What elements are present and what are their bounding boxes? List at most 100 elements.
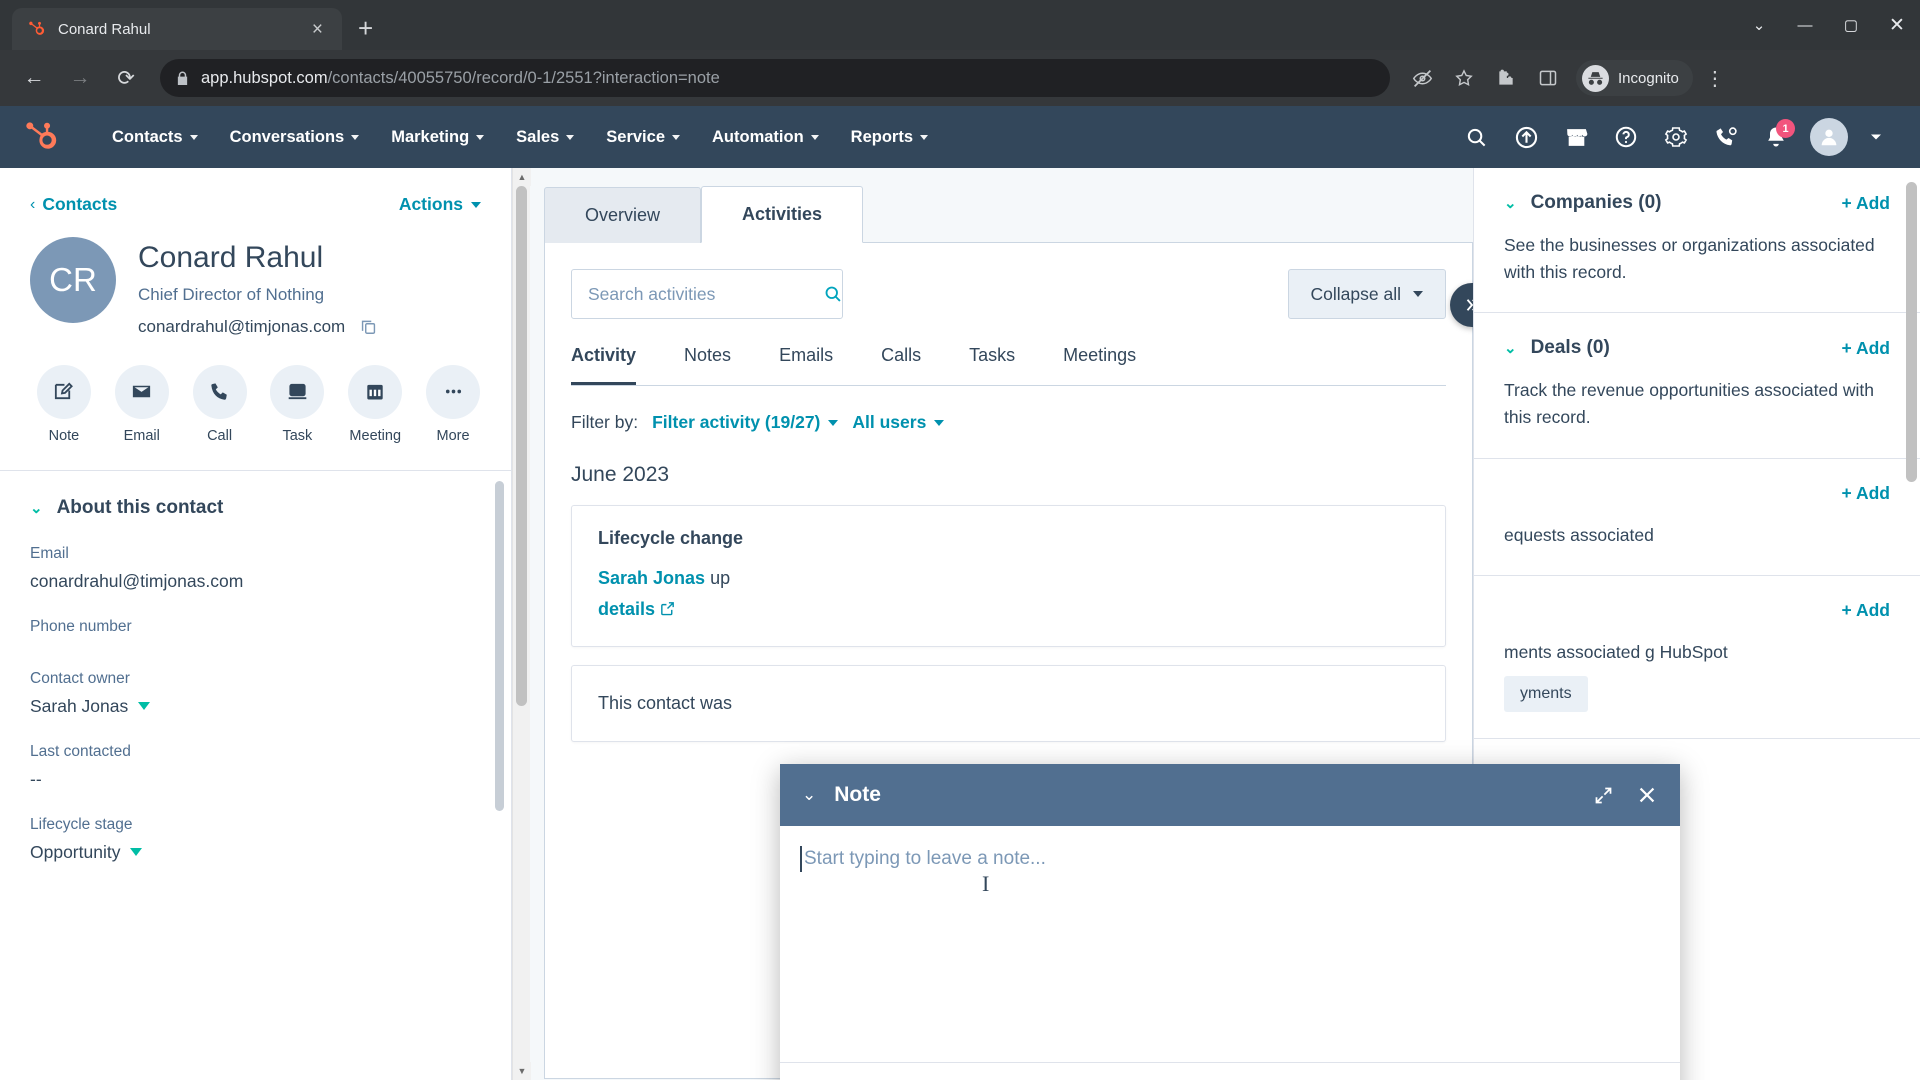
subtab-emails[interactable]: Emails: [779, 345, 833, 385]
actions-dropdown-button[interactable]: Actions: [399, 194, 481, 215]
bold-button[interactable]: B: [804, 1075, 842, 1080]
profile-incognito-button[interactable]: Incognito: [1576, 60, 1693, 96]
activity-user-link[interactable]: Sarah Jonas: [598, 568, 705, 588]
search-icon[interactable]: [1454, 115, 1498, 159]
field-value-dropdown[interactable]: Opportunity: [30, 842, 481, 863]
marketplace-icon[interactable]: [1554, 115, 1598, 159]
nav-item-conversations[interactable]: Conversations: [214, 118, 376, 157]
window-minimize-button[interactable]: —: [1782, 4, 1828, 46]
companies-section: ⌄ Companies (0) + Add See the businesses…: [1474, 168, 1920, 314]
search-icon[interactable]: [823, 284, 843, 304]
settings-gear-icon[interactable]: [1654, 115, 1698, 159]
expand-icon[interactable]: [1593, 785, 1614, 806]
scrollbar-thumb[interactable]: [495, 481, 504, 812]
copy-icon[interactable]: [359, 317, 378, 336]
field-value-dropdown[interactable]: Sarah Jonas: [30, 696, 481, 717]
graduation-cap-icon[interactable]: [1140, 1075, 1178, 1080]
center-scrollbar[interactable]: ▲ ▼: [512, 168, 531, 1080]
field-value[interactable]: --: [30, 769, 481, 790]
reload-button[interactable]: ⟳: [106, 58, 146, 98]
scrollbar-thumb[interactable]: [1906, 182, 1917, 482]
back-button[interactable]: ←: [14, 58, 54, 98]
collapse-right-panel-button[interactable]: [1450, 283, 1473, 327]
clear-formatting-icon[interactable]: [918, 1075, 956, 1080]
window-maximize-button[interactable]: ▢: [1828, 4, 1874, 46]
note-editor-area[interactable]: Start typing to leave a note... I: [780, 826, 1680, 1062]
add-deal-button[interactable]: + Add: [1842, 338, 1890, 359]
address-bar[interactable]: app.hubspot.com/contacts/40055750/record…: [160, 59, 1390, 97]
chevron-down-icon[interactable]: ⌄: [1504, 194, 1517, 212]
scrollbar-thumb[interactable]: [516, 186, 527, 706]
subtab-notes[interactable]: Notes: [684, 345, 731, 385]
help-icon[interactable]: [1604, 115, 1648, 159]
subtab-activity[interactable]: Activity: [571, 345, 637, 385]
link-icon[interactable]: [1064, 1075, 1102, 1080]
subtab-tasks[interactable]: Tasks: [969, 345, 1015, 385]
italic-button[interactable]: I: [842, 1075, 880, 1080]
url-domain: app.hubspot.com: [201, 68, 328, 87]
quick-action-meeting[interactable]: Meeting: [347, 364, 403, 444]
filter-activity-dropdown[interactable]: Filter activity (19/27): [652, 412, 839, 433]
hubspot-sprocket-logo[interactable]: [22, 119, 74, 155]
notifications-bell-icon[interactable]: 1: [1754, 115, 1798, 159]
tab-overview[interactable]: Overview: [544, 187, 702, 243]
add-ticket-button[interactable]: + Add: [1842, 483, 1890, 504]
new-tab-button[interactable]: +: [358, 13, 373, 44]
browser-menu-button[interactable]: ⋮: [1699, 66, 1731, 91]
forward-button[interactable]: →: [60, 58, 100, 98]
add-payment-button[interactable]: + Add: [1842, 600, 1890, 621]
about-section-toggle[interactable]: ⌄ About this contact: [30, 497, 481, 519]
nav-item-contacts[interactable]: Contacts: [96, 118, 214, 157]
user-avatar-icon[interactable]: [1810, 118, 1848, 156]
account-chevron-down-icon[interactable]: [1854, 115, 1898, 159]
nav-item-automation[interactable]: Automation: [696, 118, 835, 157]
tab-activities[interactable]: Activities: [701, 186, 864, 243]
puzzle-icon[interactable]: [1488, 60, 1524, 96]
subtab-meetings[interactable]: Meetings: [1063, 345, 1136, 385]
payments-pill[interactable]: yments: [1504, 675, 1588, 712]
right-sidebar-scrollbar[interactable]: [1906, 176, 1917, 1072]
side-panel-icon[interactable]: [1530, 60, 1566, 96]
search-input[interactable]: [588, 283, 813, 305]
quick-action-more[interactable]: More: [425, 364, 481, 444]
collapse-all-button[interactable]: Collapse all: [1287, 269, 1446, 319]
breadcrumb-back-contacts[interactable]: ‹ Contacts: [30, 194, 117, 215]
chevron-down-icon[interactable]: ⌄: [1504, 339, 1517, 357]
upgrade-icon[interactable]: [1504, 115, 1548, 159]
field-value[interactable]: conardrahul@timjonas.com: [30, 571, 481, 592]
calling-icon[interactable]: [1704, 115, 1748, 159]
activity-details-link[interactable]: details: [598, 599, 655, 619]
left-sidebar-scrollbar[interactable]: [495, 178, 504, 1070]
tab-search-icon[interactable]: ⌄: [1736, 4, 1782, 46]
paperclip-icon[interactable]: [1216, 1075, 1254, 1080]
nav-item-sales[interactable]: Sales: [500, 118, 590, 157]
quick-action-task[interactable]: Task: [269, 364, 325, 444]
window-close-button[interactable]: ✕: [1874, 4, 1920, 46]
scroll-up-arrow-icon[interactable]: ▲: [513, 168, 531, 186]
activity-card[interactable]: This contact was: [571, 665, 1446, 742]
subtab-calls[interactable]: Calls: [881, 345, 921, 385]
eye-slash-icon[interactable]: [1404, 60, 1440, 96]
search-activities-box[interactable]: [571, 269, 843, 319]
star-icon[interactable]: [1446, 60, 1482, 96]
activity-card[interactable]: Lifecycle change Sarah Jonas up details: [571, 505, 1446, 648]
chevron-left-icon: ‹: [30, 195, 36, 213]
browser-tab[interactable]: Conard Rahul ×: [12, 8, 342, 50]
document-icon[interactable]: [1178, 1075, 1216, 1080]
chevron-down-icon[interactable]: ⌄: [802, 785, 816, 805]
browser-tab-close-icon[interactable]: ×: [307, 18, 328, 41]
quick-action-call[interactable]: Call: [192, 364, 248, 444]
image-icon[interactable]: [1102, 1075, 1140, 1080]
scroll-down-arrow-icon[interactable]: ▼: [513, 1062, 531, 1080]
add-company-button[interactable]: + Add: [1842, 193, 1890, 214]
contact-email-row: conardrahul@timjonas.com: [138, 317, 378, 337]
close-icon[interactable]: [1636, 784, 1658, 806]
nav-item-service[interactable]: Service: [590, 118, 696, 157]
quick-action-email[interactable]: Email: [114, 364, 170, 444]
all-users-dropdown[interactable]: All users: [852, 412, 945, 433]
nav-item-reports[interactable]: Reports: [835, 118, 944, 157]
external-link-icon[interactable]: [659, 600, 676, 617]
nav-item-marketing[interactable]: Marketing: [375, 118, 500, 157]
quick-action-note[interactable]: Note: [36, 364, 92, 444]
underline-button[interactable]: U: [880, 1075, 918, 1080]
